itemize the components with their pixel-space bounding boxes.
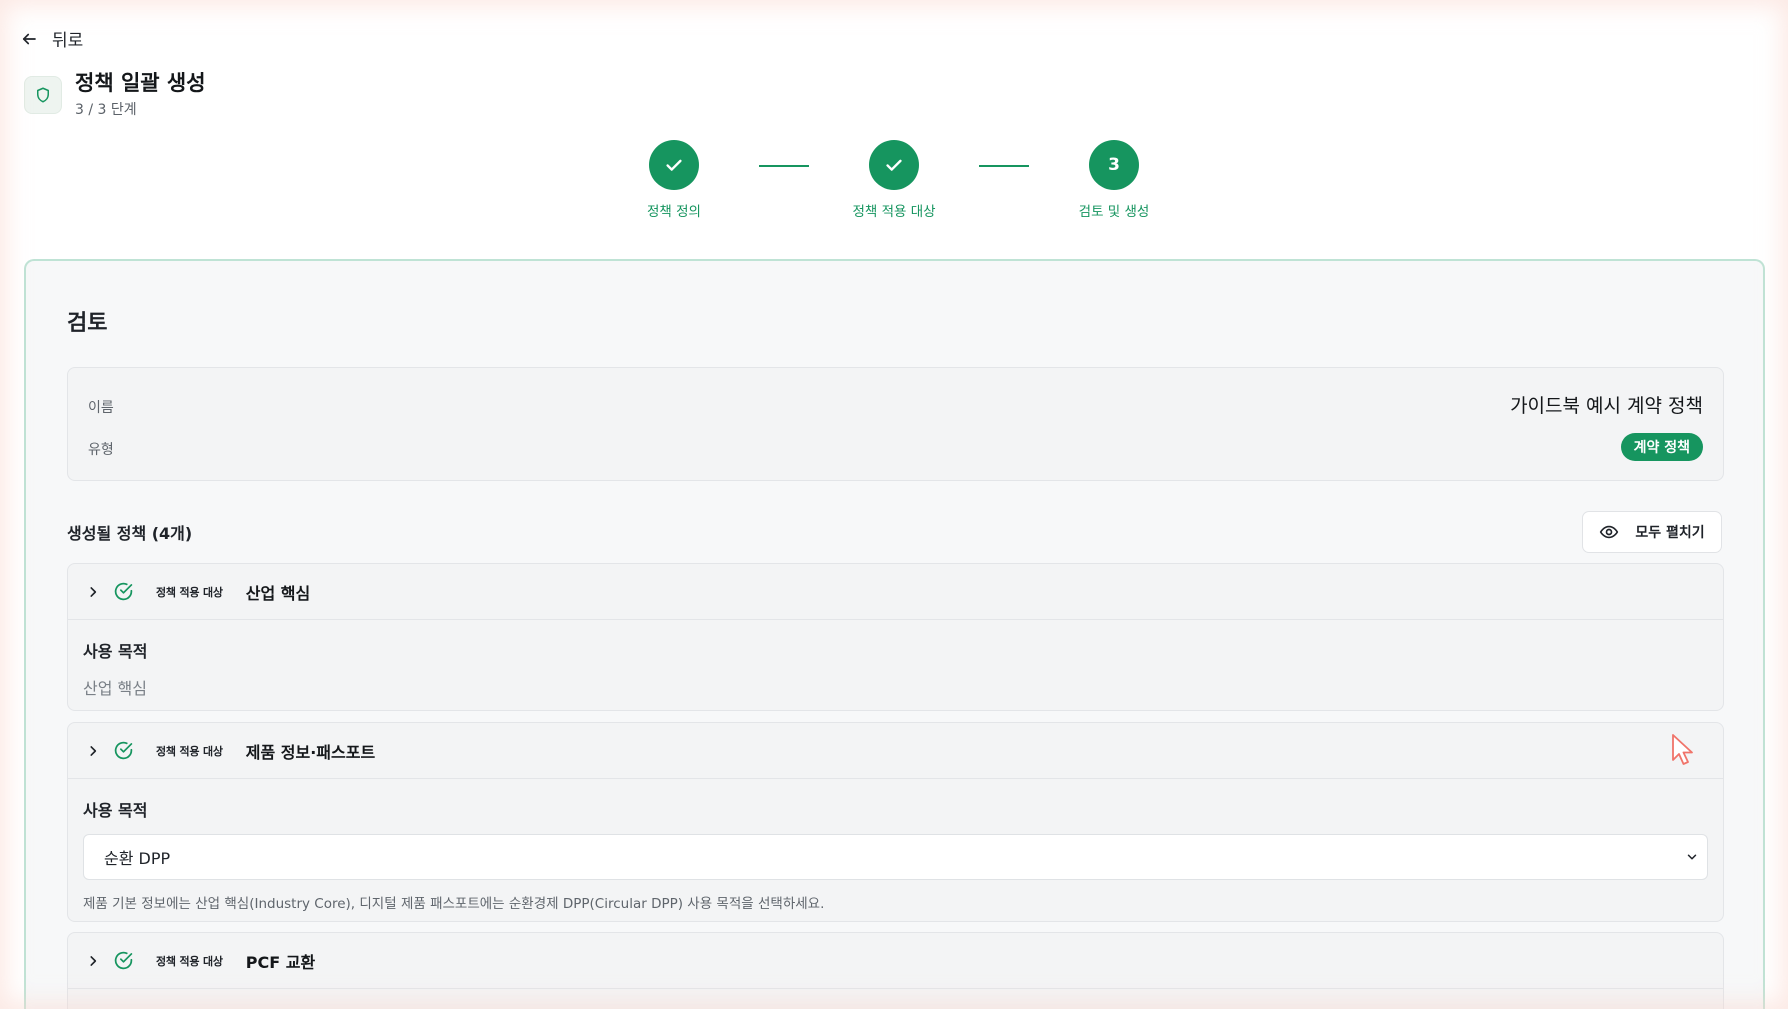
purpose-hint: 제품 기본 정보에는 산업 핵심(Industry Core), 디지털 제품 … [83, 896, 825, 912]
policy-tag: 정책 적용 대상 [156, 954, 223, 968]
step-circle-current: 3 [1089, 140, 1139, 190]
summary-panel: 이름 가이드북 예시 계약 정책 유형 계약 정책 [67, 367, 1724, 481]
check-circle-icon [114, 582, 133, 601]
step-label: 정책 적용 대상 [852, 204, 936, 220]
step-policy-target: 정책 적용 대상 [814, 140, 974, 220]
step-connector [759, 165, 809, 167]
step-circle-done [869, 140, 919, 190]
purpose-label: 사용 목적 [83, 642, 148, 661]
chevron-right-icon [90, 955, 97, 966]
page-header: 정책 일괄 생성 3 / 3 단계 [24, 70, 206, 119]
shield-icon [37, 87, 49, 102]
policies-section-title: 생성될 정책 (4개) [67, 524, 193, 543]
step-review-create: 3 검토 및 생성 [1034, 140, 1194, 220]
name-label: 이름 [88, 400, 114, 416]
review-title: 검토 [67, 311, 108, 336]
page-title: 정책 일괄 생성 [75, 71, 206, 95]
policy-item: 정책 적용 대상 산업 핵심 사용 목적 산업 핵심 [67, 563, 1724, 711]
purpose-value: 산업 핵심 [83, 679, 147, 698]
step-label: 정책 정의 [647, 204, 701, 220]
step-policy-definition: 정책 정의 [594, 140, 754, 220]
purpose-label: 사용 목적 [83, 801, 148, 820]
back-label: 뒤로 [52, 31, 84, 51]
type-label: 유형 [88, 442, 114, 458]
policy-name: 제품 정보·패스포트 [245, 742, 376, 762]
policy-item-body: 사용 목적 순환 DPP 제품 기본 정보에는 산업 핵심(Industry C… [68, 779, 1723, 912]
expand-all-label: 모두 펼치기 [1635, 525, 1705, 541]
policy-name: 산업 핵심 [245, 583, 311, 603]
step-connector [979, 165, 1029, 167]
check-circle-icon [114, 741, 133, 760]
expand-all-button[interactable]: 모두 펼치기 [1582, 511, 1722, 553]
policy-item-header[interactable]: 정책 적용 대상 제품 정보·패스포트 [68, 723, 1723, 779]
chevron-right-icon [90, 745, 97, 756]
policy-tag: 정책 적용 대상 [156, 744, 223, 758]
policy-name: PCF 교환 [245, 952, 316, 972]
step-label: 검토 및 생성 [1078, 204, 1150, 220]
cursor-icon [1672, 734, 1693, 765]
type-badge: 계약 정책 [1620, 433, 1703, 461]
chevron-right-icon [90, 586, 97, 597]
eye-icon [1600, 525, 1619, 539]
back-button[interactable]: 뒤로 [20, 26, 83, 51]
purpose-select-value: 순환 DPP [104, 849, 171, 868]
policy-item-body: 사용 목적 산업 핵심 [68, 620, 1723, 699]
stepper: 정책 정의 정책 적용 대상 3 검토 및 생성 [0, 140, 1788, 230]
policy-item-header[interactable]: 정책 적용 대상 산업 핵심 [68, 564, 1723, 620]
policy-item: 정책 적용 대상 PCF 교환 [67, 932, 1724, 1009]
check-icon [666, 159, 682, 171]
check-circle-icon [114, 951, 133, 970]
policy-tag: 정책 적용 대상 [156, 585, 223, 599]
arrow-left-icon [22, 33, 36, 44]
check-icon [886, 159, 902, 171]
chevron-down-icon [1687, 854, 1697, 860]
purpose-select[interactable]: 순환 DPP [83, 834, 1708, 880]
page-step-indicator: 3 / 3 단계 [75, 102, 137, 118]
step-circle-done [649, 140, 699, 190]
policy-item: 정책 적용 대상 제품 정보·패스포트 사용 목적 순환 DPP 제품 기본 정… [67, 722, 1724, 922]
name-value: 가이드북 예시 계약 정책 [1510, 395, 1703, 417]
policy-item-header[interactable]: 정책 적용 대상 PCF 교환 [68, 933, 1723, 989]
header-icon-box [24, 75, 62, 114]
review-card: 검토 이름 가이드북 예시 계약 정책 유형 계약 정책 생성될 정책 (4개)… [24, 259, 1765, 1009]
